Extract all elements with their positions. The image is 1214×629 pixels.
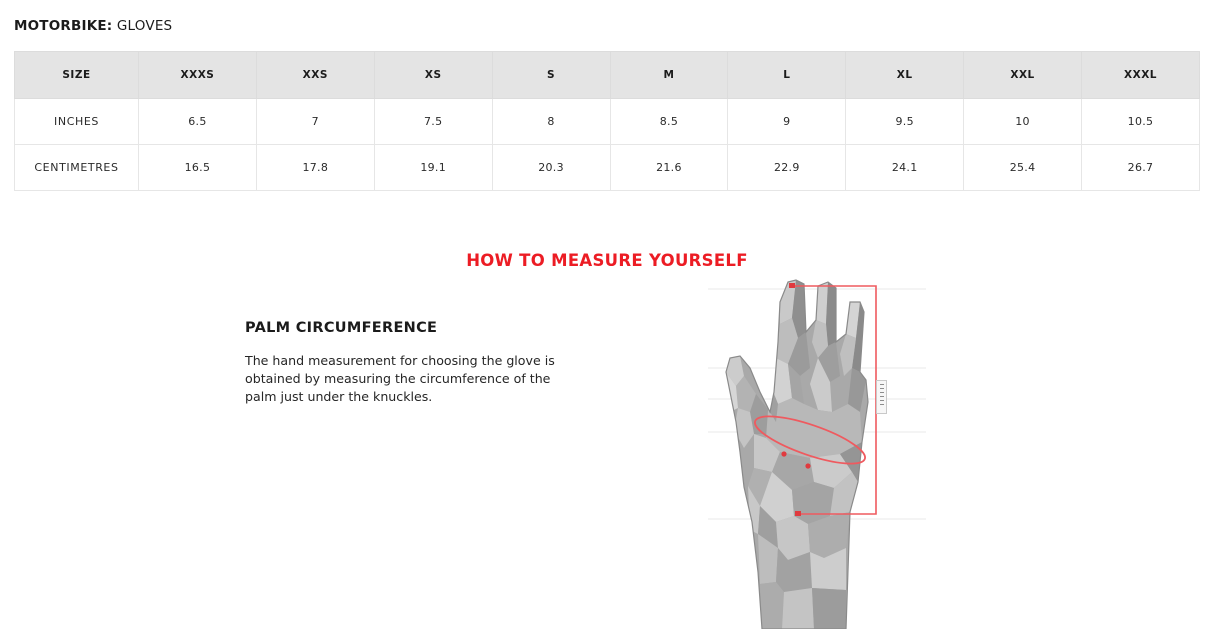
measure-scale-label bbox=[876, 380, 887, 414]
page-title-product: GLOVES bbox=[116, 18, 173, 34]
column-header-xs: XS bbox=[373, 51, 493, 99]
cell-cm-xxxl: 26.7 bbox=[1081, 144, 1200, 191]
cell-inches-m: 8.5 bbox=[609, 98, 729, 145]
cell-cm-l: 22.9 bbox=[727, 144, 847, 191]
cell-inches-s: 8 bbox=[491, 98, 611, 145]
cell-inches-xl: 9.5 bbox=[845, 98, 965, 145]
table-header-row: SIZE XXXS XXS XS S M L XL XXL XXXL bbox=[14, 51, 1200, 99]
cell-cm-s: 20.3 bbox=[491, 144, 611, 191]
cell-inches-l: 9 bbox=[727, 98, 847, 145]
measure-scale-ticks bbox=[879, 384, 884, 385]
cell-cm-xxxs: 16.5 bbox=[138, 144, 257, 191]
row-label-inches: INCHES bbox=[14, 98, 139, 145]
cell-cm-xs: 19.1 bbox=[373, 144, 493, 191]
column-header-size: SIZE bbox=[14, 51, 139, 99]
column-header-xxl: XXL bbox=[963, 51, 1082, 99]
column-header-xxxs: XXXS bbox=[138, 51, 257, 99]
size-chart-table: SIZE XXXS XXS XS S M L XL XXL XXXL INCHE… bbox=[14, 51, 1200, 191]
cell-cm-xxs: 17.8 bbox=[255, 144, 375, 191]
column-header-s: S bbox=[491, 51, 611, 99]
cell-cm-xl: 24.1 bbox=[845, 144, 965, 191]
cell-inches-xxs: 7 bbox=[255, 98, 375, 145]
page-title: MOTORBIKE: GLOVES bbox=[14, 18, 172, 34]
page-title-category: MOTORBIKE: bbox=[14, 18, 113, 34]
palm-circumference-title: PALM CIRCUMFERENCE bbox=[245, 320, 438, 336]
cell-cm-xxl: 25.4 bbox=[963, 144, 1082, 191]
column-header-xxxl: XXXL bbox=[1081, 51, 1200, 99]
table-row: CENTIMETRES 16.5 17.8 19.1 20.3 21.6 22.… bbox=[14, 144, 1200, 191]
hand-diagram bbox=[700, 272, 930, 629]
column-header-xl: XL bbox=[845, 51, 965, 99]
cell-inches-xxxl: 10.5 bbox=[1081, 98, 1200, 145]
row-label-centimetres: CENTIMETRES bbox=[14, 144, 139, 191]
table-row: INCHES 6.5 7 7.5 8 8.5 9 9.5 10 10.5 bbox=[14, 98, 1200, 145]
hand-illustration-svg bbox=[708, 279, 926, 629]
how-to-measure-heading: HOW TO MEASURE YOURSELF bbox=[466, 251, 748, 270]
column-header-m: M bbox=[609, 51, 729, 99]
palm-circumference-description: The hand measurement for choosing the gl… bbox=[245, 353, 555, 404]
cell-cm-m: 21.6 bbox=[609, 144, 729, 191]
hand-shape bbox=[726, 280, 868, 629]
size-guide-page: MOTORBIKE: GLOVES SIZE XXXS XXS XS S M L… bbox=[0, 0, 1214, 629]
cell-inches-xxxs: 6.5 bbox=[138, 98, 257, 145]
palm-circumference-block: PALM CIRCUMFERENCE The hand measurement … bbox=[245, 320, 565, 406]
cell-inches-xxl: 10 bbox=[963, 98, 1082, 145]
column-header-xxs: XXS bbox=[255, 51, 375, 99]
cell-inches-xs: 7.5 bbox=[373, 98, 493, 145]
column-header-l: L bbox=[727, 51, 847, 99]
